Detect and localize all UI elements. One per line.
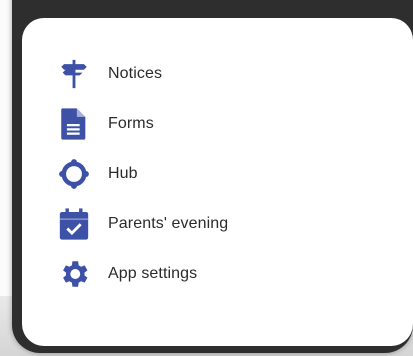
gear-icon <box>56 256 92 292</box>
menu-item-notices[interactable]: Notices <box>22 49 413 99</box>
menu-item-label: Hub <box>108 165 138 182</box>
menu-item-forms[interactable]: Forms <box>22 99 413 149</box>
menu-item-hub[interactable]: Hub <box>22 149 413 199</box>
menu-item-label: Forms <box>108 115 154 132</box>
calendar-check-icon <box>56 206 92 242</box>
menu-item-label: App settings <box>108 265 198 282</box>
menu-list: Notices Forms Hub Parents' evening App s… <box>22 49 413 299</box>
menu-sheet: Notices Forms Hub Parents' evening App s… <box>22 18 413 346</box>
menu-item-label: Parents' evening <box>108 215 229 232</box>
menu-item-app-settings[interactable]: App settings <box>22 249 413 299</box>
hub-ring-icon <box>56 156 92 192</box>
document-icon <box>56 106 92 142</box>
signpost-icon <box>56 56 92 92</box>
menu-item-label: Notices <box>108 65 163 82</box>
menu-item-parents-evening[interactable]: Parents' evening <box>22 199 413 249</box>
